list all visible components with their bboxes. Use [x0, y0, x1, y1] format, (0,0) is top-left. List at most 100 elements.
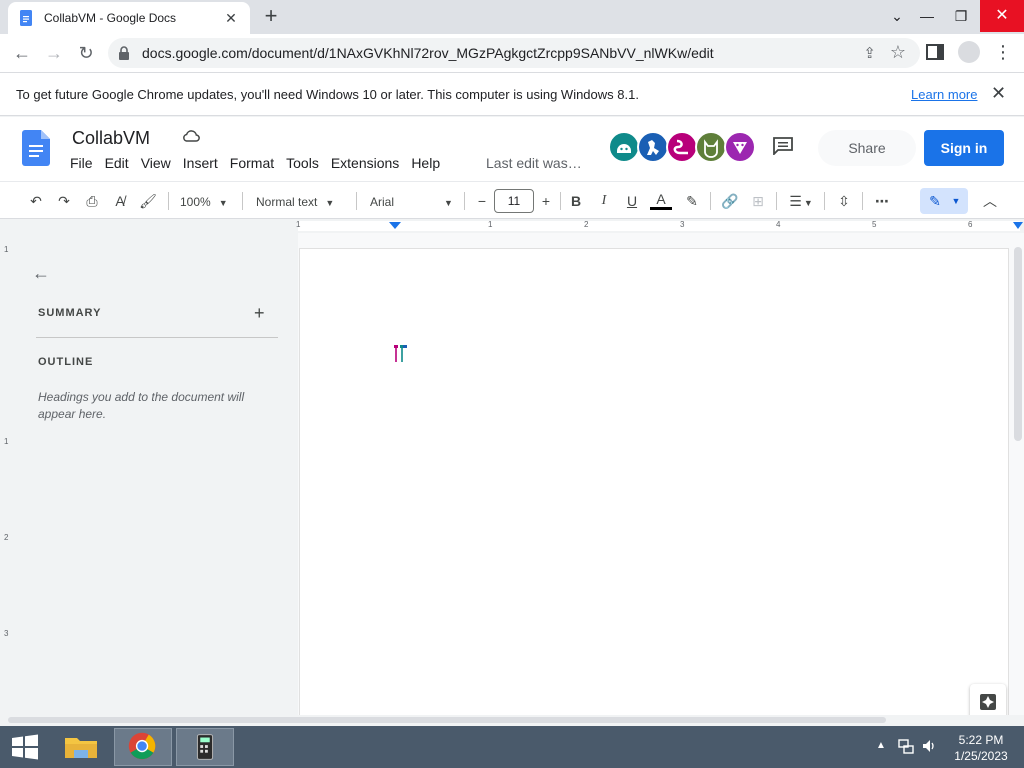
menu-insert[interactable]: Insert — [177, 155, 224, 171]
outline-heading: OUTLINE — [38, 356, 94, 368]
share-button[interactable]: Share — [818, 130, 916, 166]
horizontal-scrollbar[interactable] — [0, 715, 1024, 725]
last-edit-link[interactable]: Last edit was… — [486, 155, 582, 171]
right-indent-marker-icon[interactable] — [1012, 221, 1024, 231]
zoom-select[interactable]: 100% ▼ — [180, 190, 234, 212]
document-canvas[interactable] — [298, 233, 1012, 719]
collaborator-avatar[interactable] — [637, 131, 669, 163]
document-page[interactable] — [300, 249, 1008, 719]
bold-icon[interactable]: B — [566, 190, 586, 212]
comment-history-icon[interactable] — [772, 137, 794, 155]
browser-tab[interactable]: CollabVM - Google Docs ✕ — [8, 2, 250, 34]
spellcheck-icon[interactable]: A̸ — [110, 190, 130, 212]
line-spacing-icon[interactable]: ⇳ — [834, 190, 854, 212]
toolbar-divider — [356, 192, 357, 210]
toolbar-divider — [824, 192, 825, 210]
ruler-label: 3 — [4, 629, 9, 638]
tab-close-icon[interactable]: ✕ — [222, 10, 240, 27]
link-icon[interactable]: 🔗 — [720, 190, 740, 212]
summary-heading: SUMMARY — [38, 307, 102, 319]
menu-view[interactable]: View — [135, 155, 177, 171]
menu-extensions[interactable]: Extensions — [325, 155, 405, 171]
collapse-menus-icon[interactable]: ︿ — [980, 190, 1000, 212]
profile-avatar-icon[interactable] — [958, 41, 980, 63]
docs-logo-icon[interactable] — [22, 130, 50, 166]
undo-icon[interactable]: ↶ — [26, 190, 46, 212]
system-clock[interactable]: 5:22 PM 1/25/2023 — [948, 732, 1014, 764]
scrollbar-thumb[interactable] — [1014, 247, 1022, 441]
ruler-label: 4 — [776, 220, 781, 229]
text-color-icon[interactable]: A — [650, 190, 672, 210]
file-explorer-taskbar-item[interactable] — [52, 728, 110, 766]
share-page-icon[interactable]: ⇪ — [863, 44, 876, 62]
new-tab-button[interactable]: + — [258, 4, 284, 30]
collaborator-avatar[interactable] — [608, 131, 640, 163]
forward-arrow-icon[interactable]: → — [40, 39, 68, 67]
windows-start-icon[interactable] — [8, 732, 42, 762]
ruler-label: 6 — [968, 220, 973, 229]
collaborator-cursors-icon — [394, 345, 407, 362]
document-title[interactable]: CollabVM — [72, 128, 150, 149]
editing-mode-button[interactable]: ✎ ▼ — [920, 188, 968, 214]
chrome-menu-icon[interactable]: ⋮ — [994, 42, 1012, 62]
pencil-icon: ✎ — [929, 193, 941, 209]
collaborator-avatars — [608, 131, 756, 163]
style-value: Normal text — [256, 195, 318, 209]
show-hidden-icons-icon[interactable]: ▲ — [876, 740, 886, 751]
indent-marker-icon[interactable] — [388, 221, 402, 231]
collaborator-avatar[interactable] — [666, 131, 698, 163]
back-arrow-icon[interactable]: ← — [32, 263, 50, 284]
style-select[interactable]: Normal text ▼ — [256, 190, 348, 212]
bookmark-star-icon[interactable]: ☆ — [890, 42, 906, 63]
network-icon[interactable] — [898, 738, 914, 754]
tab-search-icon[interactable]: ⌄ — [880, 0, 914, 32]
restore-button[interactable]: ❐ — [944, 0, 978, 32]
infobar-message: To get future Google Chrome updates, you… — [16, 87, 639, 102]
decrease-font-size-icon[interactable]: − — [472, 190, 492, 212]
minimize-button[interactable]: — — [910, 0, 944, 32]
more-options-icon[interactable]: ⋯ — [872, 190, 892, 212]
collaborator-avatar[interactable] — [724, 131, 756, 163]
font-select[interactable]: Arial ▼ — [370, 190, 462, 212]
chrome-taskbar-item[interactable] — [114, 728, 172, 766]
back-arrow-icon[interactable]: ← — [8, 39, 36, 67]
italic-icon[interactable]: I — [594, 190, 614, 212]
cloud-saved-icon[interactable] — [182, 129, 200, 143]
underline-icon[interactable]: U — [622, 190, 642, 212]
window-close-button[interactable]: ✕ — [980, 0, 1024, 32]
infobar-close-icon[interactable]: ✕ — [991, 83, 1006, 104]
horizontal-ruler[interactable]: 1 1 2 3 4 5 6 — [0, 219, 1024, 233]
side-panel-icon[interactable] — [926, 44, 944, 60]
ruler-label: 2 — [584, 220, 589, 229]
collaborator-avatar[interactable] — [695, 131, 727, 163]
address-bar[interactable]: docs.google.com/document/d/1NAxGVKhNl72r… — [108, 38, 920, 68]
vertical-ruler[interactable]: 1 1 2 3 — [0, 233, 14, 713]
reload-icon[interactable]: ↻ — [72, 39, 100, 67]
font-size-input[interactable]: 11 — [494, 189, 534, 213]
menu-help[interactable]: Help — [405, 155, 446, 171]
increase-font-size-icon[interactable]: + — [536, 190, 556, 212]
url-text: docs.google.com/document/d/1NAxGVKhNl72r… — [142, 45, 714, 61]
align-icon[interactable]: ☰ ▼ — [786, 190, 816, 212]
learn-more-link[interactable]: Learn more — [911, 87, 977, 102]
caret-down-icon: ▼ — [951, 196, 961, 206]
highlight-icon[interactable]: ✎ — [682, 190, 702, 212]
add-comment-icon[interactable]: ⊞ — [748, 190, 768, 212]
caret-down-icon: ▼ — [325, 198, 335, 208]
vertical-scrollbar[interactable] — [1012, 233, 1024, 715]
redo-icon[interactable]: ↷ — [54, 190, 74, 212]
menu-edit[interactable]: Edit — [99, 155, 135, 171]
scrollbar-thumb[interactable] — [8, 717, 886, 723]
menu-tools[interactable]: Tools — [280, 155, 325, 171]
print-icon[interactable]: ⎙ — [82, 190, 102, 212]
add-summary-icon[interactable]: + — [254, 303, 265, 324]
toolbar-divider — [862, 192, 863, 210]
sign-in-button[interactable]: Sign in — [924, 130, 1004, 166]
volume-icon[interactable] — [921, 738, 937, 754]
paint-format-icon[interactable]: 🖌 — [138, 190, 158, 212]
toolbar-divider — [464, 192, 465, 210]
calculator-taskbar-item[interactable] — [176, 728, 234, 766]
menu-file[interactable]: File — [64, 155, 99, 171]
menu-format[interactable]: Format — [224, 155, 280, 171]
caret-down-icon: ▼ — [218, 198, 228, 208]
